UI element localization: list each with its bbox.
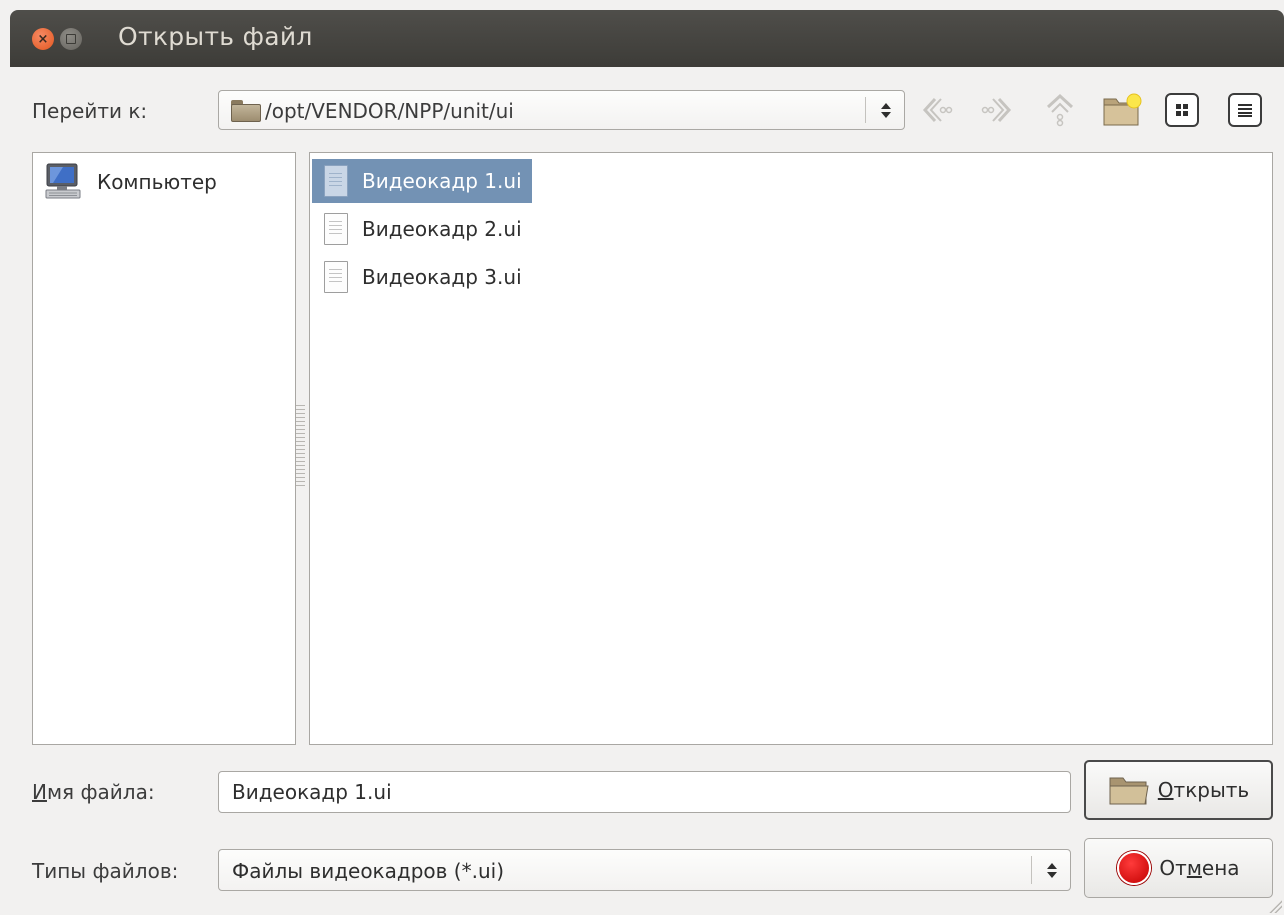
filetype-combo[interactable]: Файлы видеокадров (*.ui) <box>218 849 1071 891</box>
document-icon <box>324 213 348 245</box>
computer-icon <box>43 163 83 201</box>
cancel-button[interactable]: Отмена <box>1084 838 1273 898</box>
places-panel: Компьютер <box>32 152 296 745</box>
file-list-panel: Видеокадр 1.ui Видеокадр 2.ui Видеокадр … <box>309 152 1273 745</box>
pane-resize-handle[interactable] <box>296 405 305 487</box>
open-mnemonic: О <box>1157 778 1174 802</box>
filename-input[interactable]: Видеокадр 1.ui <box>218 771 1071 813</box>
file-row[interactable]: Видеокадр 3.ui <box>312 255 532 299</box>
window-resize-grip[interactable] <box>1268 899 1282 913</box>
filename-label: Имя файла: <box>32 780 155 804</box>
file-name: Видеокадр 1.ui <box>362 169 522 193</box>
file-row[interactable]: Видеокадр 2.ui <box>312 207 532 251</box>
list-view-icon[interactable] <box>1228 93 1262 127</box>
file-row[interactable]: Видеокадр 1.ui <box>312 159 532 203</box>
cancel-label-pre: От <box>1159 856 1187 880</box>
forward-icon[interactable] <box>978 90 1018 130</box>
document-icon <box>324 261 348 293</box>
stop-icon <box>1117 851 1152 885</box>
back-icon[interactable] <box>916 90 956 130</box>
file-name: Видеокадр 3.ui <box>362 265 522 289</box>
open-label-text: ткрыть <box>1173 778 1250 802</box>
document-icon <box>324 165 348 197</box>
cancel-button-label: Отмена <box>1159 856 1239 880</box>
combo-arrows-icon <box>1037 850 1067 890</box>
place-computer[interactable]: Компьютер <box>43 163 217 201</box>
filename-mnemonic: И <box>32 780 47 804</box>
file-name: Видеокадр 2.ui <box>362 217 522 241</box>
location-label: Перейти к: <box>32 99 148 123</box>
folder-icon <box>231 100 261 122</box>
location-path: /opt/VENDOR/NPP/unit/ui <box>265 99 514 123</box>
close-icon[interactable]: × <box>32 28 54 50</box>
window-title: Открыть файл <box>118 22 313 51</box>
cancel-mnemonic: м <box>1186 856 1202 880</box>
filetype-value: Файлы видеокадров (*.ui) <box>232 859 504 883</box>
open-button-label: Открыть <box>1158 778 1249 802</box>
open-button[interactable]: Открыть <box>1084 760 1273 820</box>
icon-view-icon[interactable] <box>1165 93 1199 127</box>
combo-arrows-icon <box>871 91 901 129</box>
filename-label-text: мя файла: <box>46 780 155 804</box>
up-icon[interactable] <box>1040 90 1080 130</box>
filetype-label: Типы файлов: <box>32 859 179 883</box>
location-combo[interactable]: /opt/VENDOR/NPP/unit/ui <box>218 90 905 130</box>
place-label: Компьютер <box>97 170 217 194</box>
new-folder-icon[interactable] <box>1102 90 1142 130</box>
maximize-icon[interactable] <box>60 28 82 50</box>
open-folder-icon <box>1109 777 1149 805</box>
cancel-label-post: ена <box>1201 856 1240 880</box>
title-bar: × Открыть файл <box>10 10 1284 67</box>
